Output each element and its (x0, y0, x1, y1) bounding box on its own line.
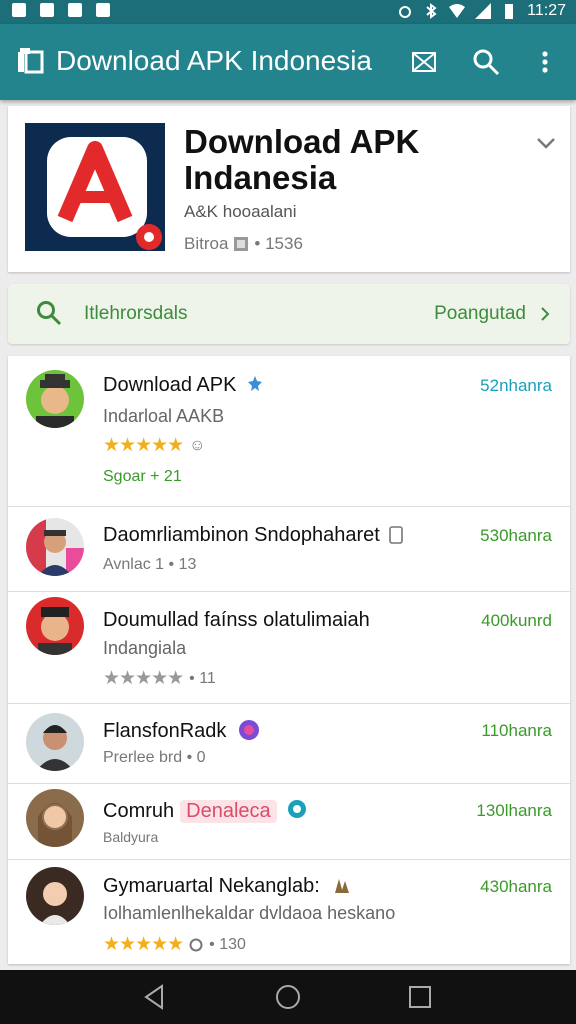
signal-icon (475, 3, 492, 19)
cast-button[interactable] (408, 46, 440, 78)
item-value: 430hanra (480, 877, 552, 896)
list-item[interactable]: FlansfonRadk Prerlee brd • 0 110hanra (8, 703, 570, 784)
item-title: Download APK (103, 374, 264, 397)
list-item[interactable]: Daomrliambinon Sndophaharet Avnlac 1 • 1… (8, 506, 570, 592)
item-meta: Baldyura (103, 829, 159, 845)
verified-icon (247, 376, 262, 391)
app-notification-icon (68, 3, 82, 17)
item-title: Gymaruartal Nekanglab: (103, 875, 351, 898)
item-subtitle: Iolhamlenlhekaldar dvldaoa heskano (103, 903, 396, 923)
item-subtitle: Indarloal AAKB (103, 406, 225, 426)
item-rating: ★★★★★ • 11 (103, 668, 216, 689)
avatar (26, 713, 84, 771)
system-nav-bar (0, 970, 576, 1024)
avatar (26, 789, 84, 847)
app-logo-icon (18, 48, 44, 74)
item-rating: ★★★★★ ☺ (103, 434, 206, 457)
tag-pill: Denaleca (180, 800, 277, 823)
star-rating: ★★★★★ (103, 934, 184, 955)
item-meta: Prerlee brd • 0 (103, 749, 206, 766)
app-list: Download APK Indarloal AAKB ★★★★★ ☺ Sgoa… (8, 356, 570, 964)
item-subtitle: Indangiala (103, 638, 187, 658)
image-notification-icon (12, 3, 26, 17)
cast-icon (412, 52, 436, 72)
clock: 11:27 (527, 2, 566, 19)
avatar (26, 867, 84, 925)
item-value: 110hanra (481, 721, 552, 740)
chevron-right-icon (541, 307, 550, 321)
list-item[interactable]: Comruh Denaleca Baldyura 130lhanra (8, 783, 570, 860)
file-notification-icon (96, 3, 110, 17)
recents-square-icon[interactable] (405, 982, 435, 1012)
app-title: Download APK Indonesia (56, 45, 372, 76)
badge-icon (389, 526, 404, 544)
home-circle-icon[interactable] (273, 982, 303, 1012)
wifi-icon (449, 4, 466, 18)
chat-icon (288, 800, 307, 818)
search-icon (37, 301, 62, 326)
more-vert-icon (542, 51, 548, 73)
app-bar: Download APK Indonesia (0, 24, 576, 100)
item-title: Doumullad faínss olatulimaiah (103, 609, 370, 631)
item-value: 130lhanra (476, 801, 552, 820)
search-suggestion-action[interactable]: Poangutad (434, 303, 550, 325)
bluetooth-icon (426, 3, 437, 19)
avatar (26, 518, 84, 576)
notification-icons (12, 3, 110, 17)
item-title: Comruh Denaleca (103, 799, 308, 823)
item-title: FlansfonRadk (103, 719, 260, 743)
chevron-down-icon[interactable] (536, 136, 556, 150)
featured-app-icon (25, 123, 165, 251)
emoji-icon: ☺ (189, 436, 206, 454)
search-suggestion-label: Itlehrorsdals (84, 303, 188, 324)
alarm-icon (399, 6, 412, 18)
item-rating: ★★★★★ • 130 (103, 934, 246, 955)
search-icon (473, 49, 500, 76)
featured-app-title: Download APK Indanesia (184, 123, 420, 196)
battery-icon (505, 4, 514, 19)
status-bar: 11:27 (0, 0, 576, 24)
clock-icon (189, 938, 203, 951)
star-rating: ★★★★★ (103, 668, 184, 689)
item-value: 400kunrd (481, 611, 552, 630)
hands-icon (335, 879, 350, 893)
item-value: 530hanra (480, 526, 552, 545)
storage-icon (234, 237, 249, 251)
featured-app-card[interactable]: Download APK Indanesia A&K hooaalani Bit… (8, 106, 570, 272)
search-button[interactable] (470, 46, 502, 78)
item-meta: Avnlac 1 • 13 (103, 556, 197, 573)
back-triangle-icon[interactable] (140, 982, 170, 1012)
list-item[interactable]: Doumullad faínss olatulimaiah Indangiala… (8, 591, 570, 704)
avatar (26, 370, 84, 428)
overflow-menu-button[interactable] (529, 46, 561, 78)
star-rating: ★★★★★ (103, 435, 184, 456)
item-title: Daomrliambinon Sndophaharet (103, 524, 404, 547)
avatar (26, 597, 84, 655)
search-suggestion-bar[interactable]: Itlehrorsdals Poangutad (8, 284, 570, 344)
item-value: 52nhanra (480, 376, 552, 395)
list-item[interactable]: Download APK Indarloal AAKB ★★★★★ ☺ Sgoa… (8, 356, 570, 507)
item-meta: Sgoar + 21 (103, 468, 182, 485)
doc-notification-icon (40, 3, 54, 17)
featured-app-meta: Bitroa • 1536 (184, 234, 303, 253)
badge-icon (238, 720, 259, 740)
list-item[interactable]: Gymaruartal Nekanglab: Iolhamlenlhekalda… (8, 859, 570, 964)
featured-app-subtitle: A&K hooaalani (184, 202, 297, 221)
